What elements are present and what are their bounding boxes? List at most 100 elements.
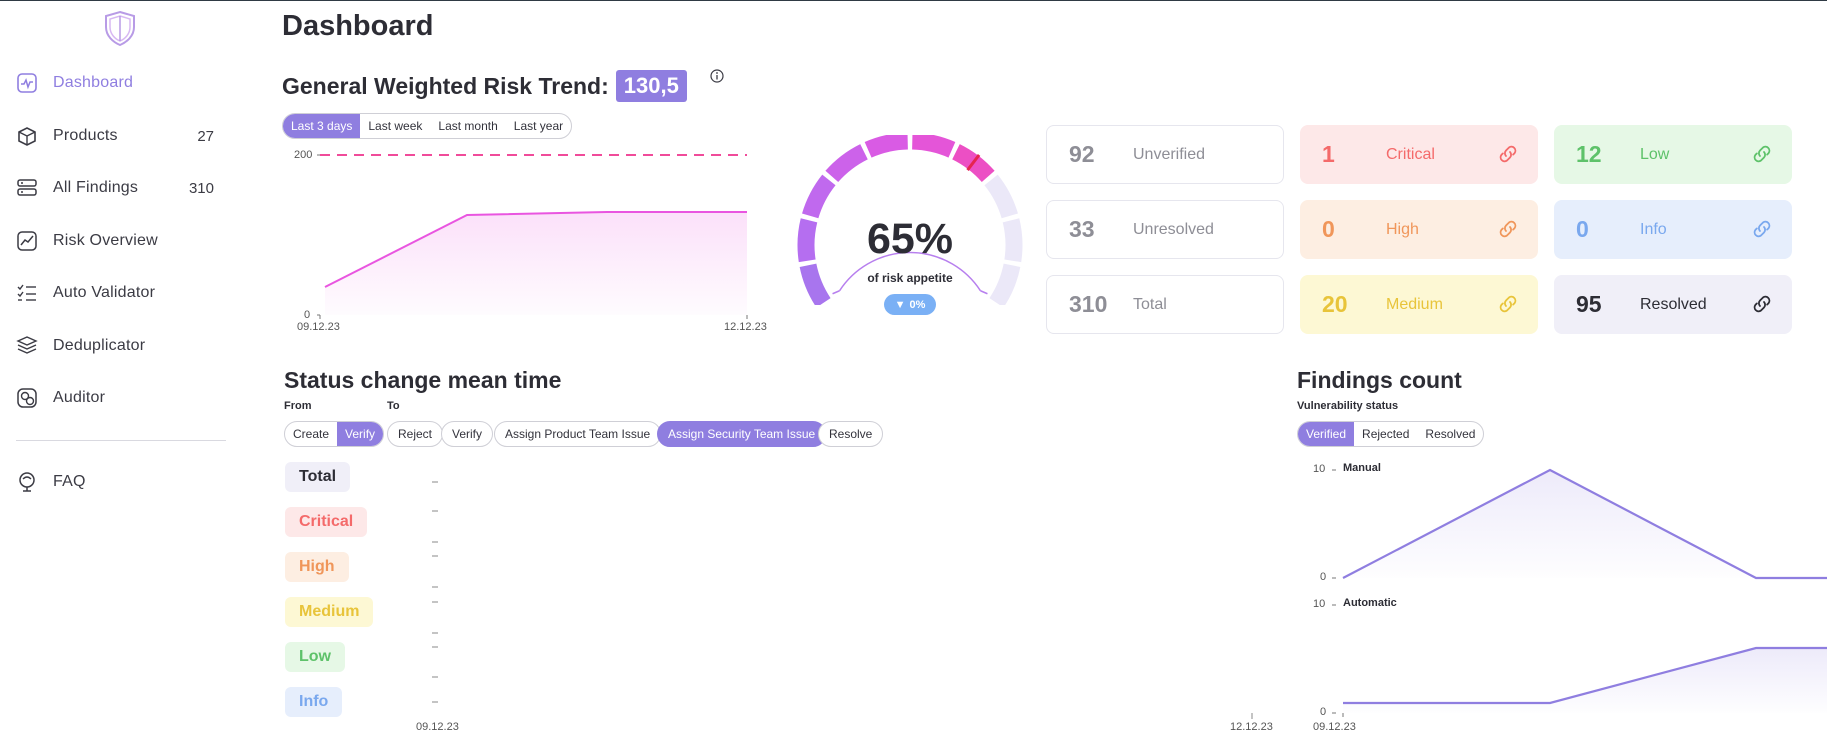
card-label: Unresolved: [1133, 220, 1214, 238]
link-icon[interactable]: [1750, 142, 1774, 166]
link-icon[interactable]: [1750, 292, 1774, 316]
gauge-change-badge: ▼ 0%: [884, 294, 936, 315]
card-value: 0: [1322, 216, 1335, 242]
sidebar-item-label: Products: [53, 127, 118, 144]
risk-trend-value: 130,5: [615, 70, 687, 102]
to-verify[interactable]: Verify: [441, 421, 494, 447]
card-value: 95: [1576, 291, 1602, 317]
risk-trend-area: [325, 212, 747, 315]
legend-high[interactable]: High: [285, 552, 349, 582]
card-label: Unverified: [1133, 145, 1206, 163]
card-value: 310: [1069, 291, 1108, 317]
sidebar-item-auto-validator[interactable]: Auto Validator: [16, 276, 226, 310]
manual-y-tick-10: 10: [1313, 463, 1326, 475]
legend-medium[interactable]: Medium: [285, 597, 374, 627]
to-reject[interactable]: Reject: [387, 421, 444, 447]
sidebar-item-label: Risk Overview: [53, 232, 158, 249]
status-x-tick-start: 09.12.23: [416, 721, 459, 733]
sidebar-item-label: FAQ: [53, 473, 86, 490]
period-last-week[interactable]: Last week: [360, 114, 430, 138]
status-x-tick-end: 12.12.23: [1230, 721, 1273, 733]
card-high[interactable]: 0 High: [1300, 200, 1538, 259]
auditor-icon: [16, 387, 38, 409]
status-rejected[interactable]: Rejected: [1354, 422, 1417, 446]
auto-validator-icon: [16, 282, 38, 304]
period-last-month[interactable]: Last month: [430, 114, 505, 138]
legend-info[interactable]: Info: [285, 687, 343, 717]
risk-trend-title: General Weighted Risk Trend: 130,5: [282, 70, 687, 102]
manual-y-tick-0: 0: [1320, 571, 1327, 583]
link-icon[interactable]: [1750, 217, 1774, 241]
gauge-change-value: 0%: [909, 298, 926, 311]
info-icon[interactable]: [710, 69, 724, 83]
gauge-segment: [802, 174, 836, 219]
status-change-title: Status change mean time: [284, 367, 562, 393]
from-create[interactable]: Create: [285, 422, 337, 446]
shield-logo-icon[interactable]: [103, 10, 137, 46]
vulnerability-status-selector: Verified Rejected Resolved: [1297, 421, 1485, 447]
card-unresolved[interactable]: 33 Unresolved: [1046, 200, 1284, 259]
deduplicator-icon: [16, 335, 38, 357]
card-total[interactable]: 310 Total: [1046, 275, 1284, 334]
sidebar-item-faq[interactable]: FAQ: [16, 465, 226, 499]
to-assign-product-team-issue[interactable]: Assign Product Team Issue: [494, 421, 662, 447]
card-label: Low: [1640, 145, 1670, 163]
legend-low[interactable]: Low: [285, 642, 345, 672]
card-label: Total: [1133, 295, 1167, 313]
gauge-segment: [825, 144, 869, 183]
risk-x-tick-start: 09.12.23: [297, 321, 340, 333]
to-resolve[interactable]: Resolve: [818, 421, 884, 447]
manual-label: Manual: [1343, 462, 1381, 474]
period-last-year[interactable]: Last year: [506, 114, 571, 138]
sidebar-item-deduplicator[interactable]: Deduplicator: [16, 329, 226, 363]
card-value: 0: [1576, 216, 1589, 242]
page-title: Dashboard: [282, 10, 434, 42]
sidebar-item-dashboard[interactable]: Dashboard: [16, 66, 226, 100]
card-critical[interactable]: 1 Critical: [1300, 125, 1538, 184]
gauge-segment: [797, 218, 818, 263]
sidebar-item-all-findings[interactable]: All Findings 310: [16, 171, 226, 205]
card-label: High: [1386, 220, 1419, 238]
card-label: Medium: [1386, 295, 1443, 313]
card-label: Critical: [1386, 145, 1435, 163]
period-last-3-days[interactable]: Last 3 days: [283, 114, 361, 138]
gauge-percentage: 65%: [866, 215, 954, 263]
card-unverified[interactable]: 92 Unverified: [1046, 125, 1284, 184]
findings-count-subtitle: Vulnerability status: [1297, 400, 1399, 412]
sidebar-item-auditor[interactable]: Auditor: [16, 381, 226, 415]
link-icon[interactable]: [1496, 142, 1520, 166]
card-low[interactable]: 12 Low: [1554, 125, 1792, 184]
down-arrow-icon: ▼: [894, 298, 906, 311]
sidebar-divider: [16, 440, 226, 441]
status-verified[interactable]: Verified: [1298, 422, 1355, 446]
legend-critical[interactable]: Critical: [285, 507, 368, 537]
to-assign-security-team-issue[interactable]: Assign Security Team Issue: [657, 421, 827, 447]
sidebar-item-label: All Findings: [53, 179, 139, 196]
from-verify[interactable]: Verify: [337, 422, 384, 446]
link-icon[interactable]: [1496, 217, 1520, 241]
sidebar-item-label: Deduplicator: [53, 337, 146, 354]
card-value: 12: [1576, 141, 1602, 167]
risk-overview-icon: [16, 230, 38, 252]
card-resolved[interactable]: 95 Resolved: [1554, 275, 1792, 334]
sidebar-item-products[interactable]: Products 27: [16, 119, 226, 153]
risk-trend-label: General Weighted Risk Trend:: [282, 72, 609, 99]
gauge-segment: [984, 174, 1018, 219]
sidebar-item-risk-overview[interactable]: Risk Overview: [16, 224, 226, 258]
automatic-label: Automatic: [1343, 597, 1397, 609]
faq-icon: [16, 471, 38, 493]
gauge-inner-tick: [980, 290, 988, 295]
sidebar-item-label: Auditor: [53, 389, 106, 406]
card-value: 92: [1069, 141, 1095, 167]
card-info[interactable]: 0 Info: [1554, 200, 1792, 259]
card-medium[interactable]: 20 Medium: [1300, 275, 1538, 334]
gauge-label: of risk appetite: [867, 271, 953, 285]
gauge-segment: [1002, 218, 1023, 263]
gauge-segment: [989, 263, 1021, 305]
legend-total[interactable]: Total: [285, 462, 351, 492]
from-selector: Create Verify: [284, 421, 385, 447]
automatic-y-tick-0: 0: [1320, 706, 1327, 718]
link-icon[interactable]: [1496, 292, 1520, 316]
card-value: 33: [1069, 216, 1095, 242]
status-resolved[interactable]: Resolved: [1417, 422, 1483, 446]
